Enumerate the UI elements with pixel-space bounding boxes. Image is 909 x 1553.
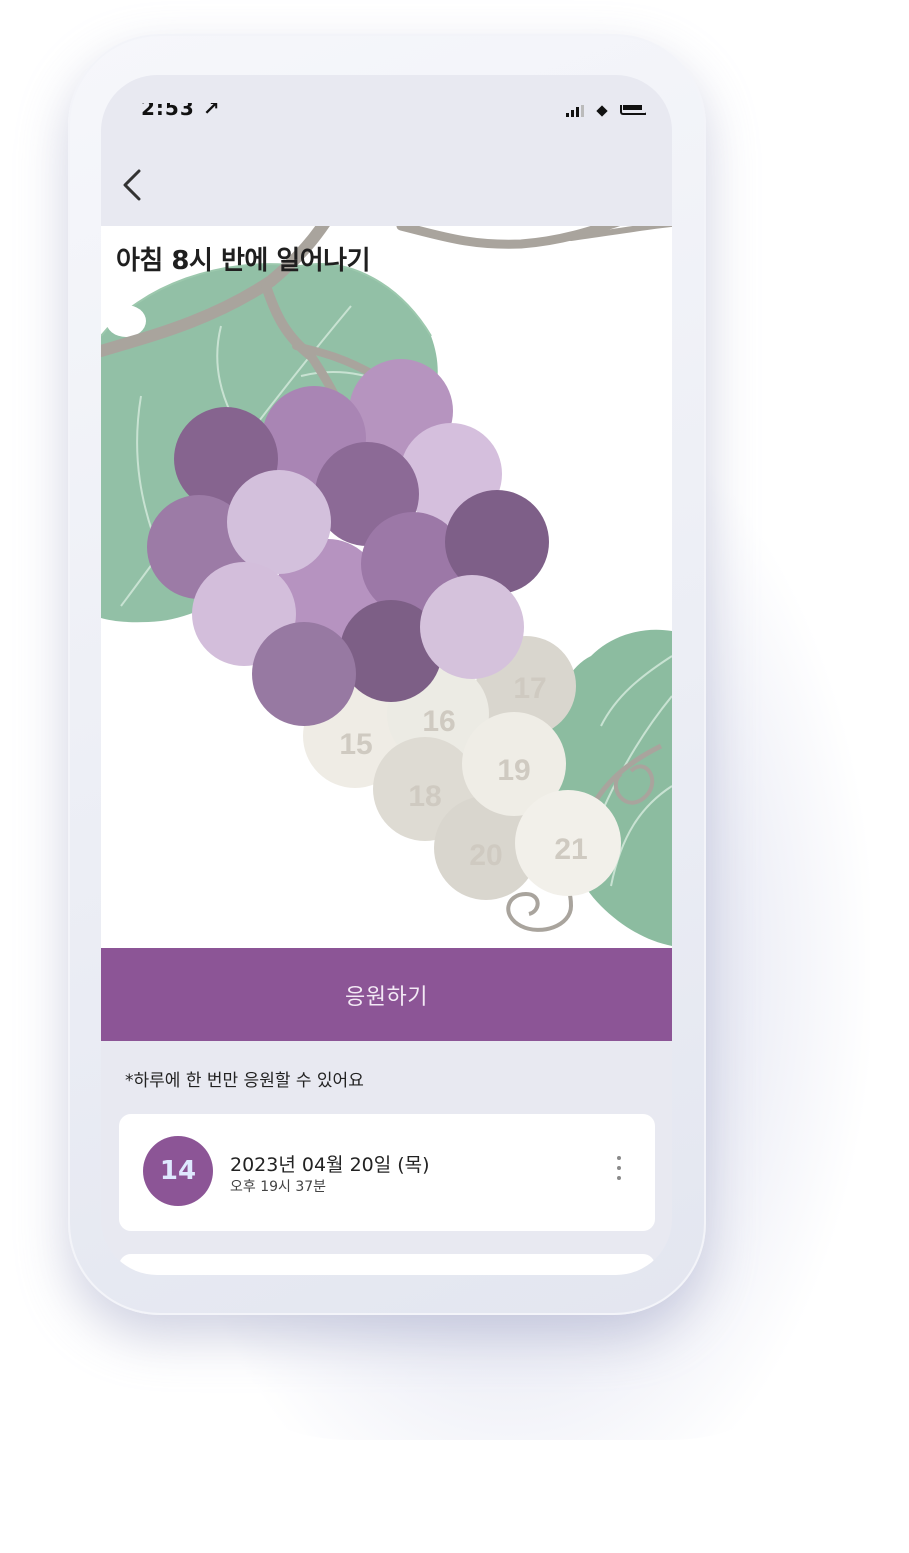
battery-icon [620,105,646,117]
grape-number-19: 19 [497,754,530,787]
grape-illustration: 15 16 17 18 19 20 21 [101,226,672,946]
grape-number-21: 21 [554,833,587,866]
record-item[interactable]: 14 2023년 04월 20일 (목) 오후 19시 37분 [119,1114,655,1231]
grape-filled-14 [420,575,524,679]
record-number-badge: 14 [143,1136,213,1206]
back-button[interactable] [115,165,149,205]
grape-number-20: 20 [469,839,502,872]
grape-number-15: 15 [339,728,372,761]
grape-filled-15 [252,622,356,726]
signal-icon [566,105,584,117]
record-time: 오후 19시 37분 [230,1179,327,1195]
record-item-next [119,1254,655,1275]
wifi-icon [594,105,610,115]
more-vertical-icon[interactable] [613,1156,625,1190]
cheer-button[interactable]: 응원하기 [101,948,672,1041]
status-icons [566,105,646,117]
chevron-left-icon [123,169,141,201]
grape-number-18: 18 [408,780,441,813]
grape-filled-11 [227,470,331,574]
status-time: 2:53 ↗ [141,103,221,117]
challenge-title: 아침 8시 반에 일어나기 [116,246,371,276]
cheer-notice: *하루에 한 번만 응원할 수 있어요 [125,1071,364,1091]
grape-number-16: 16 [422,705,455,738]
app-screen: 2:53 ↗ 15 16 17 18 19 20 21 아침 8시 반에 일어나… [101,75,672,1275]
grape-number-17: 17 [513,672,546,705]
grape-card: 15 16 17 18 19 20 21 아침 8시 반에 일어나기 [101,226,672,948]
record-date: 2023년 04월 20일 (목) [230,1154,430,1176]
grapes-filled [147,359,549,726]
